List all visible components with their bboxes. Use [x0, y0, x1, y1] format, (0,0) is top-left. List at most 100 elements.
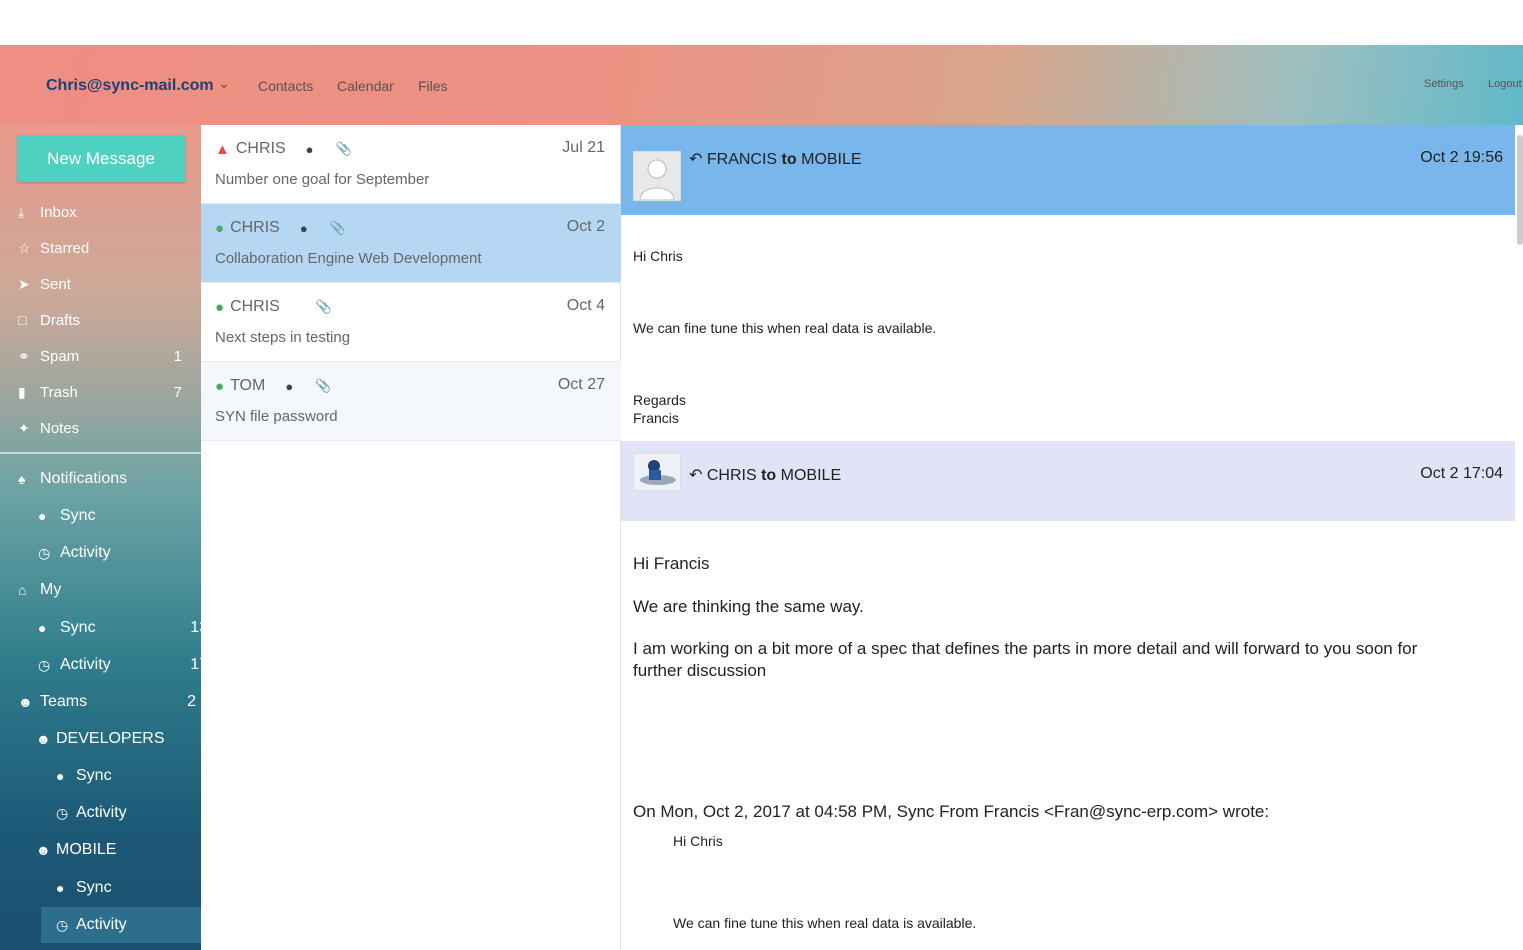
- spam-count: 1: [173, 347, 182, 365]
- avatar: [633, 453, 681, 491]
- sidebar-item-mobile-activity[interactable]: ◷ Activity: [41, 907, 201, 943]
- sidebar-item-label: Activity: [60, 656, 111, 673]
- from-name: FRANCIS: [706, 151, 778, 168]
- info-icon: ●: [215, 298, 225, 316]
- from-name: CHRIS: [706, 467, 757, 484]
- sidebar-item-spam[interactable]: ⚭ Spam 1: [18, 344, 188, 368]
- account-selector[interactable]: Chris@sync-mail.com: [46, 77, 214, 95]
- paperclip-icon: 📎: [315, 378, 332, 393]
- bell-icon: ♠: [18, 471, 26, 487]
- message-line: We can fine tune this when real data is …: [633, 320, 937, 336]
- sidebar-item-teams[interactable]: ☻ Teams 2: [18, 689, 208, 715]
- message-greeting: Hi Chris: [633, 248, 683, 264]
- sidebar-item-label: Trash: [40, 383, 78, 401]
- message-signoff: Francis: [633, 410, 679, 426]
- reply-icon: ↶: [689, 151, 703, 168]
- nav-files[interactable]: Files: [418, 78, 448, 94]
- message-subject: Collaboration Engine Web Development: [215, 250, 482, 267]
- trash-icon: ▮: [18, 383, 26, 400]
- info-icon: ●: [215, 219, 225, 237]
- inbox-icon: ⤓: [18, 203, 25, 220]
- paperclip-icon: 📎: [335, 141, 352, 156]
- to-name: MOBILE: [801, 151, 862, 168]
- chat-icon: ●: [305, 141, 314, 157]
- sidebar-item-label: Starred: [40, 239, 90, 257]
- chat-icon: ●: [285, 378, 294, 394]
- pin-icon: ✦: [18, 419, 30, 436]
- new-message-button[interactable]: New Message: [17, 135, 185, 182]
- teams-count: 2: [187, 693, 196, 710]
- list-item[interactable]: ● CHRIS ● 📎 Oct 2 Collaboration Engine W…: [201, 204, 621, 283]
- users-icon: ☻: [18, 694, 33, 710]
- sidebar-divider: [0, 452, 201, 454]
- sidebar-item-starred[interactable]: ☆ Starred: [18, 236, 188, 260]
- draft-icon: □: [18, 312, 27, 328]
- clock-icon: ◷: [56, 804, 69, 821]
- clock-icon: ◷: [38, 656, 51, 673]
- sidebar-item-label: Notifications: [40, 470, 128, 487]
- sidebar-item-notifications-activity[interactable]: ◷ Activity: [38, 540, 228, 566]
- chevron-down-icon[interactable]: ⌄: [218, 75, 230, 92]
- nav-calendar[interactable]: Calendar: [337, 78, 394, 94]
- sidebar-item-label: Sent: [40, 275, 71, 293]
- chat-icon: ●: [56, 768, 65, 784]
- message-line: We are thinking the same way.: [633, 597, 864, 616]
- sidebar-item-my-activity[interactable]: ◷ Activity 17: [38, 652, 228, 678]
- message-regards: Regards: [633, 392, 686, 408]
- list-item[interactable]: ● TOM ● 📎 Oct 27 SYN file password: [201, 362, 621, 441]
- list-item[interactable]: ▲ CHRIS ● 📎 Jul 21 Number one goal for S…: [201, 125, 621, 204]
- reader-scrollbar[interactable]: [1517, 135, 1523, 245]
- nav-contacts[interactable]: Contacts: [258, 78, 313, 94]
- chat-icon: ●: [38, 620, 47, 636]
- fire-icon: ⚭: [18, 347, 30, 364]
- chat-icon: ●: [38, 508, 47, 524]
- message-subject: Next steps in testing: [215, 329, 351, 346]
- paperclip-icon: 📎: [329, 220, 346, 235]
- message-sender: CHRIS: [235, 140, 286, 157]
- star-icon: ☆: [18, 239, 31, 256]
- sidebar-item-label: MOBILE: [56, 841, 117, 858]
- message-participants: ↶ CHRIS to MOBILE: [689, 465, 841, 485]
- sidebar-item-label: DEVELOPERS: [56, 730, 165, 747]
- sidebar-item-inbox[interactable]: ⤓ Inbox: [18, 200, 188, 224]
- sidebar-item-trash[interactable]: ▮ Trash 7: [18, 380, 188, 404]
- sidebar-item-label: Spam: [40, 347, 80, 365]
- to-name: MOBILE: [780, 467, 842, 484]
- sidebar-item-label: Sync: [76, 879, 112, 896]
- message-sender: TOM: [230, 377, 266, 394]
- chat-icon: ●: [56, 880, 65, 896]
- sidebar-item-notes[interactable]: ✦ Notes: [18, 416, 188, 440]
- sidebar-item-drafts[interactable]: □ Drafts: [18, 308, 188, 332]
- home-icon: ⌂: [18, 582, 27, 598]
- users-icon: ☻: [36, 731, 51, 747]
- message-sender: CHRIS: [230, 298, 280, 315]
- message-date: Oct 2: [566, 218, 605, 235]
- message-reader: ↶ FRANCIS to MOBILE Oct 2 19:56 Hi Chris…: [621, 125, 1523, 950]
- quote-line: We can fine tune this when real data is …: [673, 915, 977, 931]
- sidebar-item-label: Activity: [60, 544, 111, 561]
- info-icon: ●: [215, 377, 225, 395]
- sidebar-item-label: Inbox: [40, 203, 77, 221]
- trash-count: 7: [173, 383, 182, 401]
- sidebar-item-label: My: [40, 581, 62, 598]
- settings-link[interactable]: Settings: [1424, 78, 1464, 90]
- sidebar-item-notifications[interactable]: ♠ Notifications: [18, 466, 208, 492]
- logout-link[interactable]: Logout: [1488, 78, 1522, 90]
- message-subject: Number one goal for September: [215, 171, 430, 188]
- users-icon: ☻: [36, 842, 51, 858]
- sidebar-item-label: Drafts: [40, 311, 81, 329]
- quote-header: On Mon, Oct 2, 2017 at 04:58 PM, Sync Fr…: [633, 802, 1270, 821]
- list-item[interactable]: ● CHRIS 📎 Oct 4 Next steps in testing: [201, 283, 621, 362]
- sidebar-item-team-developers[interactable]: ☻ DEVELOPERS: [36, 726, 226, 752]
- sidebar-item-my[interactable]: ⌂ My: [18, 577, 208, 603]
- sidebar-item-my-sync[interactable]: ● Sync 13: [38, 615, 228, 641]
- sidebar-item-team-mobile[interactable]: ☻ MOBILE: [36, 837, 226, 863]
- message-subject: SYN file password: [215, 408, 338, 425]
- sidebar-item-sent[interactable]: ➤ Sent: [18, 272, 188, 296]
- message-line: I am working on a bit more of a spec tha…: [633, 639, 1418, 680]
- sidebar-item-notifications-sync[interactable]: ● Sync: [38, 503, 228, 529]
- app-header: Chris@sync-mail.com ⌄ Contacts Calendar …: [0, 45, 1523, 125]
- sidebar: New Message ⤓ Inbox ☆ Starred ➤ Sent □ D…: [0, 125, 208, 950]
- message-date: Oct 4: [566, 297, 605, 314]
- message-header: ↶ FRANCIS to MOBILE Oct 2 19:56: [621, 125, 1515, 215]
